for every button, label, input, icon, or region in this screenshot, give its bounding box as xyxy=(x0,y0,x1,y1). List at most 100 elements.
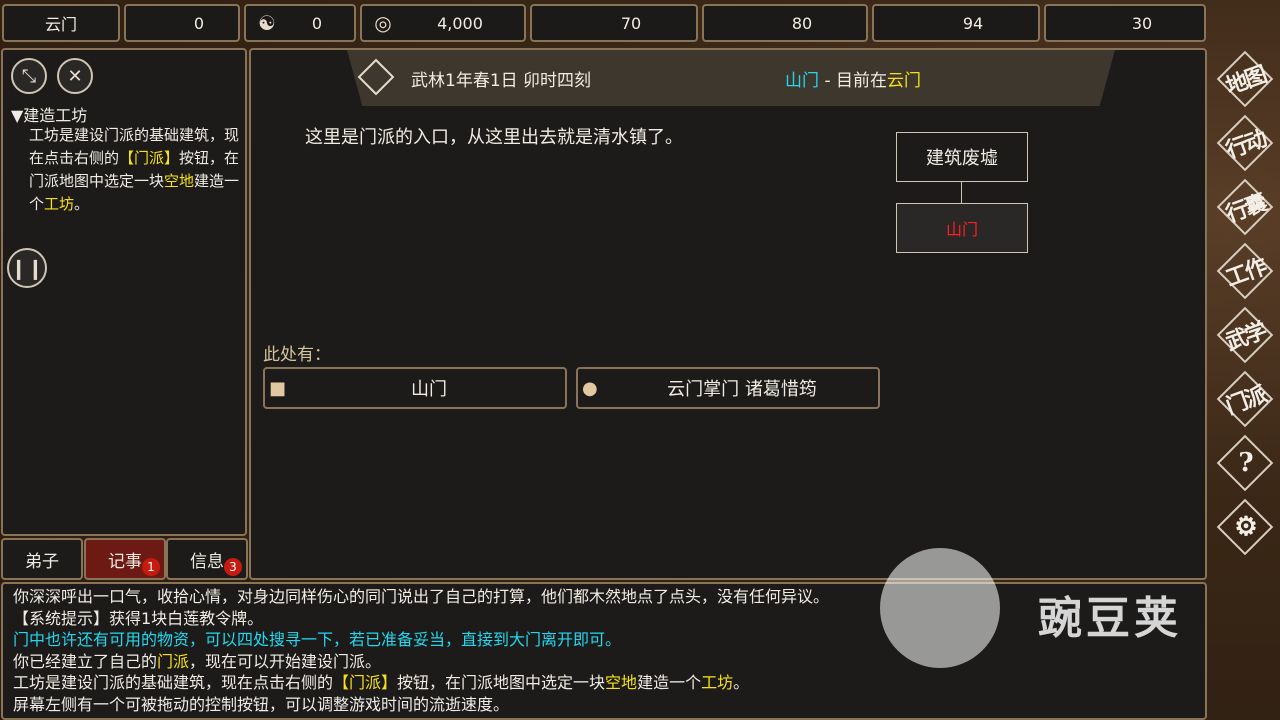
log-text-segment: ，现在可以开始建设门派。 xyxy=(189,651,382,671)
quest-title[interactable]: ▼建造工坊 xyxy=(11,102,87,126)
shrink-icon: ⤡ xyxy=(21,65,37,87)
game-date: 武林1年春1日 卯时四刻 xyxy=(411,70,592,91)
tab-label: 记事 xyxy=(108,551,142,572)
menu-button-sect[interactable]: 门派 xyxy=(1216,370,1274,428)
tab-disciples[interactable]: 弟子 xyxy=(1,538,83,580)
quest-description: 工坊是建设门派的基础建筑，现在点击右侧的【门派】按钮，在门派地图中选定一块空地建… xyxy=(29,124,241,216)
current-prefix: 目前在 xyxy=(836,70,887,91)
log-line: 屏幕左侧有一个可被拖动的控制按钮，可以调整游戏时间的流逝速度。 xyxy=(13,694,1195,716)
log-text-segment: 工坊是建设门派的基础建筑，现在点击右侧的 xyxy=(13,673,334,692)
tab-journal[interactable]: 记事 1 xyxy=(84,538,166,580)
yin-yang-icon: ☯ xyxy=(258,11,276,35)
log-line: 【系统提示】获得1块白莲教令牌。 xyxy=(13,608,1195,630)
menu-label: 工作 xyxy=(1222,253,1269,292)
quest-text-segment: 。 xyxy=(74,195,90,213)
quest-text-segment: 【门派】 xyxy=(119,149,180,167)
gear-icon: ⚙ xyxy=(1234,512,1257,542)
entity-label: 云门掌门 诸葛惜筠 xyxy=(667,379,817,400)
log-text-segment: 门中也许还有可用的物资，可以四处搜寻一下，若已准备妥当，直接到大门离开即可。 xyxy=(13,630,622,649)
map-node-gate[interactable]: 山门 xyxy=(896,203,1028,253)
watermark-logo xyxy=(880,548,1000,668)
resource-gourd[interactable]: 80 xyxy=(702,4,868,42)
menu-label: 地图 xyxy=(1222,61,1269,100)
resource-coin[interactable]: ◎ 4,000 xyxy=(360,4,526,42)
here-label: 此处有： xyxy=(263,345,331,365)
notification-badge: 3 xyxy=(224,558,242,576)
entity-label: 山门 xyxy=(411,379,447,400)
person-icon: ● xyxy=(582,377,598,399)
wood-icon xyxy=(882,10,908,36)
location-separator: - xyxy=(819,70,836,91)
resource-value: 94 xyxy=(962,13,984,33)
watermark-text: 豌豆荚 xyxy=(1038,593,1182,644)
scene-location: 山门 xyxy=(785,70,820,91)
log-text-segment: 你深深呼出一口气，收拾心情，对身边同样伤心的同门说出了自己的打算，他们都木然地点… xyxy=(13,587,830,606)
menu-button-bag[interactable]: 行囊 xyxy=(1216,178,1274,236)
menu-button-help[interactable]: ? xyxy=(1216,434,1274,492)
menu-button-work[interactable]: 工作 xyxy=(1216,242,1274,300)
close-button[interactable]: ✕ xyxy=(57,58,93,94)
resource-value: 80 xyxy=(791,13,813,33)
menu-label: 门派 xyxy=(1222,381,1269,420)
map-node-label: 山门 xyxy=(945,220,978,239)
menu-button-action[interactable]: 行动 xyxy=(1216,114,1274,172)
coin-icon: ◎ xyxy=(374,11,392,35)
resource-yin-yang[interactable]: ☯ 0 xyxy=(244,4,356,42)
log-line: 你深深呼出一口气，收拾心情，对身边同样伤心的同门说出了自己的打算，他们都木然地点… xyxy=(13,586,1195,608)
quest-text-segment: 工坊 xyxy=(44,195,75,213)
scene-panel: 武林1年春1日 卯时四刻 山门 - 目前在云门 这里是门派的入口，从这里出去就是… xyxy=(249,48,1207,580)
quest-text-segment: 空地 xyxy=(164,172,195,190)
resource-value: 4,000 xyxy=(437,13,483,33)
ore-icon xyxy=(1054,10,1080,36)
sect-name: 云门 xyxy=(44,15,77,34)
sect-name-box[interactable]: 云门 xyxy=(2,4,120,42)
map-node-ruins[interactable]: 建筑废墟 xyxy=(896,132,1028,182)
current-place: 云门 xyxy=(887,70,921,91)
resource-prestige[interactable]: 0 xyxy=(124,4,240,42)
quest-panel: ⤡ ✕ ▼建造工坊 工坊是建设门派的基础建筑，现在点击右侧的【门派】按钮，在门派… xyxy=(1,48,247,536)
log-text-segment: 建造一个 xyxy=(637,673,702,692)
resource-wood[interactable]: 94 xyxy=(872,4,1040,42)
speed-control-button[interactable]: ❙❙ xyxy=(7,248,47,288)
menu-button-map[interactable]: 地图 xyxy=(1216,50,1274,108)
collapse-button[interactable]: ⤡ xyxy=(11,58,47,94)
log-text-segment: 按钮，在门派地图中选定一块 xyxy=(397,673,606,692)
menu-label: 武学 xyxy=(1222,317,1269,356)
log-text-segment: 工坊 xyxy=(701,673,734,692)
close-icon: ✕ xyxy=(67,65,83,87)
tab-label: 信息 xyxy=(190,551,224,572)
tab-messages[interactable]: 信息 3 xyxy=(166,538,248,580)
log-text-segment: 空地 xyxy=(605,673,638,692)
map-node-label: 建筑废墟 xyxy=(926,148,998,169)
log-text-segment: 。 xyxy=(733,673,750,692)
menu-button-settings[interactable]: ⚙ xyxy=(1216,498,1274,556)
resource-value: 70 xyxy=(620,13,642,33)
pause-icon: ❙❙ xyxy=(10,256,44,280)
notification-badge: 1 xyxy=(142,558,160,576)
menu-label: 行囊 xyxy=(1222,189,1269,228)
resource-food-bowl[interactable]: 70 xyxy=(530,4,698,42)
log-line: 工坊是建设门派的基础建筑，现在点击右侧的【门派】按钮，在门派地图中选定一块空地建… xyxy=(13,672,1195,694)
box-icon: ■ xyxy=(269,377,287,399)
message-log[interactable]: 你深深呼出一口气，收拾心情，对身边同样伤心的同门说出了自己的打算，他们都木然地点… xyxy=(1,582,1207,720)
resource-ore[interactable]: 30 xyxy=(1044,4,1206,42)
scene-description: 这里是门派的入口，从这里出去就是清水镇了。 xyxy=(305,127,683,148)
food-bowl-icon xyxy=(540,10,566,36)
compass-icon xyxy=(357,58,395,96)
location-line: 山门 - 目前在云门 xyxy=(785,66,921,91)
scene-header: 武林1年春1日 卯时四刻 山门 - 目前在云门 xyxy=(347,50,1115,106)
log-text-segment: 屏幕左侧有一个可被拖动的控制按钮，可以调整游戏时间的流逝速度。 xyxy=(13,694,510,714)
entity-button-gate[interactable]: ■ 山门 xyxy=(263,367,567,409)
resource-value: 30 xyxy=(1131,13,1153,33)
resource-value: 0 xyxy=(311,13,323,33)
entity-button-master[interactable]: ● 云门掌门 诸葛惜筠 xyxy=(576,367,880,409)
menu-label: 行动 xyxy=(1222,125,1269,164)
log-text-segment: 门派 xyxy=(157,651,190,671)
right-menu: 地图行动行囊工作武学门派? ⚙ xyxy=(1212,48,1280,578)
log-line: 你已经建立了自己的门派，现在可以开始建设门派。 xyxy=(13,651,1195,673)
help-icon: ? xyxy=(1238,448,1253,478)
prestige-icon xyxy=(134,10,160,36)
log-text-segment: 【门派】 xyxy=(333,673,398,692)
log-text-segment: 你已经建立了自己的 xyxy=(13,651,158,671)
menu-button-martial[interactable]: 武学 xyxy=(1216,306,1274,364)
